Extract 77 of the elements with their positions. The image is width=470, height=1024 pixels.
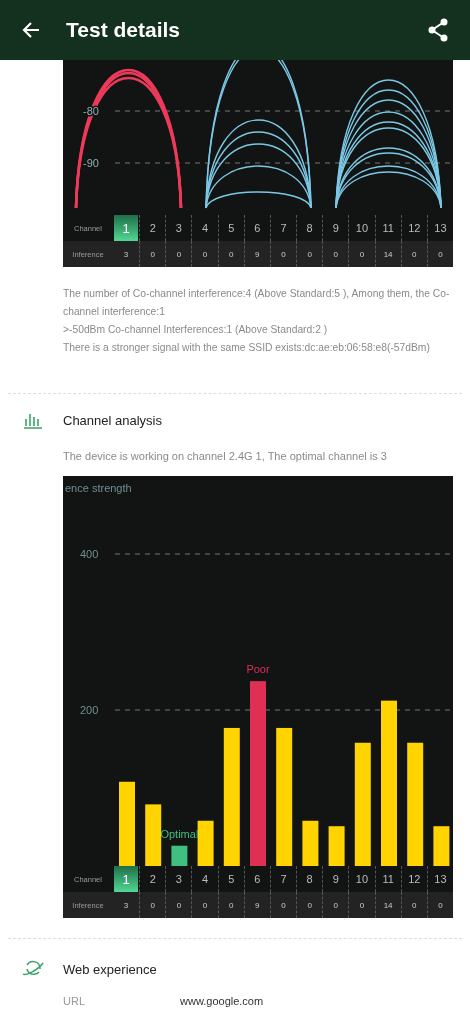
interference-count: 0: [150, 249, 155, 259]
interference-count: 0: [202, 900, 208, 910]
channel-number: 13: [433, 872, 448, 887]
interference-count: 0: [176, 900, 182, 910]
bar: [328, 826, 345, 866]
channel-number: 9: [331, 221, 340, 236]
interference-count: 14: [383, 900, 393, 910]
interference-count: 9: [255, 900, 260, 910]
channel-number: 2: [148, 221, 157, 236]
channel-number: 10: [354, 872, 370, 887]
channel-number: 12: [407, 221, 422, 236]
interference-count: 0: [359, 249, 365, 259]
channel-number: 1: [114, 866, 139, 892]
interference-count: 0: [281, 900, 286, 910]
bar-annotation: Optimal: [160, 827, 199, 840]
channel-number: 8: [305, 872, 314, 887]
channel-number: 3: [174, 872, 183, 887]
interference-note: >-50dBm Co-channel Interferences:1 (Above Standard:2 ): [63, 323, 329, 337]
screen-title: Test details: [66, 18, 180, 42]
interference-count: 3: [123, 249, 129, 259]
channel-number: 7: [279, 221, 288, 236]
bar: [145, 804, 162, 866]
planet-icon: [20, 960, 45, 978]
interference-count: 14: [383, 249, 393, 259]
interference-note: There is a stronger signal with the same SSID exists:dc:ae:eb:06:58:e8(-57dBm): [63, 341, 431, 355]
interference-note: The number of Co-channel interference:4 (Above Standard:5 ), Among them, the Co-channel interference:1: [63, 287, 451, 319]
field-value: www.google.com: [180, 995, 264, 1007]
channel-number: 3: [174, 221, 183, 236]
channel-number: 11: [381, 872, 395, 887]
section-title: Channel analysis: [63, 412, 162, 428]
bar-chart-icon: [22, 411, 43, 429]
channel-number: 2: [148, 872, 157, 887]
channel-number: 12: [407, 872, 422, 887]
axis-tick-label: -90: [83, 157, 99, 169]
interference-count: 0: [333, 900, 338, 910]
bar: [302, 820, 319, 866]
channel-summary: The device is working on channel 2.4G 1, The optimal channel is 3: [63, 450, 388, 462]
interference-count: 0: [202, 249, 208, 259]
interference-count: 0: [307, 249, 312, 259]
interference-count: 0: [176, 249, 182, 259]
interference-count: 0: [438, 900, 443, 910]
interference-count: 0: [412, 900, 417, 910]
channel-number: 6: [253, 221, 262, 236]
share-icon[interactable]: [427, 18, 449, 42]
channel-number: 4: [200, 872, 210, 887]
interference-count: 0: [150, 900, 155, 910]
interference-count: 0: [228, 249, 234, 259]
channel-number: 1: [114, 215, 139, 241]
interference-count: 0: [359, 900, 365, 910]
interference-count: 3: [123, 900, 129, 910]
interference-count: 9: [255, 249, 260, 259]
interference-count: 0: [228, 900, 234, 910]
channel-number: 7: [279, 872, 288, 887]
interference-count: 0: [412, 249, 417, 259]
back-icon[interactable]: [21, 20, 41, 40]
interference-count: 0: [438, 249, 443, 259]
bar-annotation: Poor: [246, 663, 270, 676]
channel-number: 9: [331, 872, 340, 887]
channel-number: 8: [305, 221, 314, 236]
bar: [433, 826, 450, 866]
axis-title: ence strength: [65, 482, 132, 494]
axis-tick-label: 400: [80, 548, 99, 560]
channel-number: 5: [227, 221, 236, 236]
field-label: URL: [63, 995, 86, 1007]
bar: [197, 820, 214, 866]
interference-count: 0: [307, 900, 312, 910]
channel-number: 13: [433, 221, 448, 236]
channel-number: 5: [227, 872, 236, 887]
axis-tick-label: 200: [80, 704, 99, 716]
section-title: Web experience: [63, 961, 157, 977]
interference-count: 0: [281, 249, 286, 259]
bar: [171, 845, 188, 866]
channel-number: 4: [200, 221, 210, 236]
channel-number: 11: [381, 221, 395, 236]
channel-number: 6: [253, 872, 262, 887]
interference-count: 0: [333, 249, 338, 259]
channel-number: 10: [354, 221, 370, 236]
